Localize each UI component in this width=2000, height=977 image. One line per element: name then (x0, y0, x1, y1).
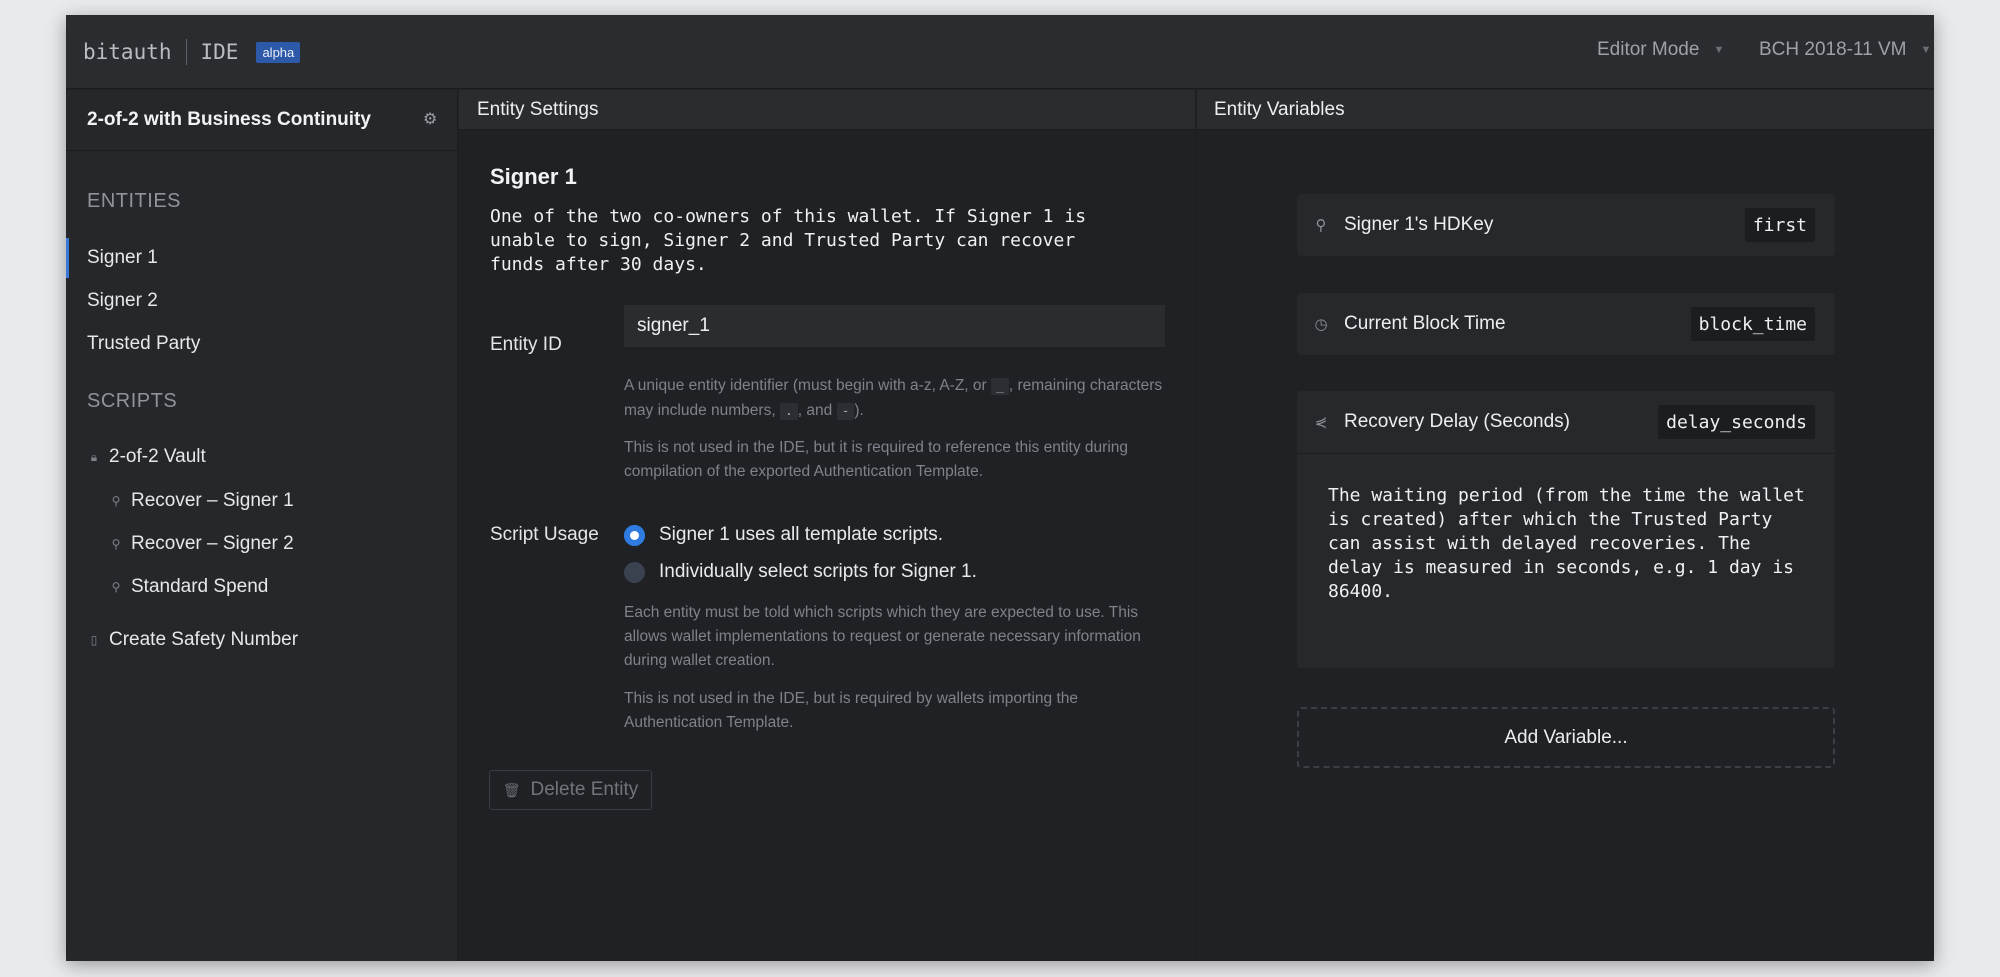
radio-label: Signer 1 uses all template scripts. (659, 524, 944, 545)
radio-selected[interactable] (624, 524, 645, 546)
sidebar-item-signer-1[interactable]: Signer 1 (66, 238, 457, 278)
sidebar-item-label: Standard Spend (131, 576, 269, 597)
variable-header: ◷ Current Block Time block_time (1297, 293, 1835, 355)
variable-id: block_time (1690, 307, 1815, 341)
scripts-heading: SCRIPTS (87, 390, 178, 412)
entity-id-help: A unique entity identifier (must begin w… (624, 374, 1164, 424)
chevron-down-icon: ▼ (1920, 44, 1932, 56)
help-text: A unique entity identifier (must begin w… (624, 377, 987, 394)
variable-card[interactable]: ◷ Current Block Time block_time (1297, 293, 1835, 355)
help-text: ). (854, 402, 864, 419)
sidebar-item-trusted-party[interactable]: Trusted Party (66, 324, 457, 364)
add-variable-button[interactable]: Add Variable... (1297, 707, 1835, 768)
sidebar-item-label: Recover – Signer 2 (131, 533, 294, 554)
chevron-down-icon: ▼ (1713, 44, 1725, 56)
variable-name: Recovery Delay (Seconds) (1344, 411, 1570, 432)
delete-entity-label: Delete Entity (530, 779, 639, 800)
sidebar-item-label: Recover – Signer 1 (131, 490, 294, 511)
script-usage-note: This is not used in the IDE, but is requ… (624, 690, 1079, 731)
gear-icon[interactable]: ⚙ (423, 112, 439, 128)
variable-id: first (1744, 208, 1815, 242)
variable-card[interactable]: ⚲ Signer 1's HDKey first (1297, 194, 1835, 256)
template-title-row: 2-of-2 with Business Continuity ⚙ (66, 90, 457, 151)
sidebar-item-2-of-2-vault[interactable]: 🔒︎ 2-of-2 Vault (66, 437, 457, 477)
variable-header: ⋞ Recovery Delay (Seconds) delay_seconds (1297, 391, 1835, 453)
code-dash: - (836, 403, 855, 420)
key-icon: ⚲ (111, 580, 121, 594)
sidebar: 2-of-2 with Business Continuity ⚙ ENTITI… (66, 90, 458, 961)
document-icon: ▯ (90, 633, 98, 647)
variable-header: ⚲ Signer 1's HDKey first (1297, 194, 1835, 256)
brand-divider (185, 39, 187, 65)
brand-product: IDE (200, 40, 239, 64)
variable-description[interactable]: The waiting period (from the time the wa… (1297, 453, 1835, 668)
entity-name: Signer 1 (490, 164, 577, 189)
variable-card[interactable]: ⋞ Recovery Delay (Seconds) delay_seconds… (1297, 391, 1835, 668)
variable-name: Signer 1's HDKey (1344, 214, 1494, 235)
delete-entity-button[interactable]: 🗑︎ Delete Entity (489, 770, 652, 810)
entity-id-note: This is not used in the IDE, but it is r… (624, 439, 1129, 480)
entity-settings-header: Entity Settings (459, 90, 1195, 130)
ide-window: bitauth IDE alpha Editor Mode ▼ BCH 2018… (66, 15, 1934, 961)
help-text: , and (797, 402, 833, 419)
entity-variables-panel: Entity Variables ⚲ Signer 1's HDKey firs… (1197, 90, 1934, 961)
key-icon: ⚲ (111, 494, 121, 508)
sidebar-item-label: Create Safety Number (109, 629, 299, 650)
sidebar-item-standard-spend[interactable]: ⚲ Standard Spend (66, 567, 457, 607)
sidebar-item-label: Trusted Party (87, 333, 201, 354)
sidebar-item-label: Signer 1 (87, 247, 158, 268)
editor-mode-select[interactable]: Editor Mode ▼ (1597, 39, 1724, 61)
radio-label: Individually select scripts for Signer 1… (659, 561, 977, 582)
top-bar: bitauth IDE alpha Editor Mode ▼ BCH 2018… (66, 15, 1934, 89)
entities-heading: ENTITIES (87, 190, 182, 212)
script-usage-help: Each entity must be told which scripts w… (624, 604, 1141, 669)
variable-id: delay_seconds (1658, 405, 1815, 439)
alpha-badge: alpha (256, 41, 301, 63)
brand: bitauth IDE alpha (83, 37, 301, 67)
template-title: 2-of-2 with Business Continuity (87, 109, 371, 130)
sidebar-item-label: Signer 2 (87, 290, 158, 311)
key-icon: ⚲ (111, 537, 121, 551)
vm-select[interactable]: BCH 2018-11 VM ▼ (1759, 39, 1931, 61)
entity-id-label: Entity ID (490, 334, 562, 355)
entity-settings-panel: Entity Settings Signer 1 One of the two … (459, 90, 1196, 961)
radio-all-scripts[interactable]: Signer 1 uses all template scripts. (624, 524, 943, 546)
entity-description[interactable]: One of the two co-owners of this wallet.… (490, 205, 1130, 277)
lock-icon: 🔒︎ (90, 449, 98, 464)
radio-unselected[interactable] (624, 561, 645, 583)
sidebar-item-signer-2[interactable]: Signer 2 (66, 281, 457, 321)
radio-individual-scripts[interactable]: Individually select scripts for Signer 1… (624, 561, 977, 583)
sidebar-item-recover-signer-1[interactable]: ⚲ Recover – Signer 1 (66, 481, 457, 521)
share-icon: ⋞ (1314, 414, 1328, 431)
code-underscore: _ (991, 378, 1009, 395)
sidebar-item-label: 2-of-2 Vault (109, 446, 206, 467)
entity-id-input[interactable] (624, 305, 1165, 347)
sidebar-item-create-safety-number[interactable]: ▯ Create Safety Number (66, 620, 457, 660)
clock-icon: ◷ (1314, 316, 1328, 333)
script-usage-label: Script Usage (490, 524, 599, 545)
sidebar-item-recover-signer-2[interactable]: ⚲ Recover – Signer 2 (66, 524, 457, 564)
key-icon: ⚲ (1315, 217, 1327, 234)
entity-variables-header: Entity Variables (1197, 90, 1934, 130)
vm-label: BCH 2018-11 VM (1759, 39, 1907, 60)
variable-name: Current Block Time (1344, 313, 1506, 334)
editor-mode-label: Editor Mode (1597, 39, 1700, 60)
trash-icon: 🗑︎ (502, 781, 521, 798)
code-dot: . (779, 403, 798, 420)
brand-name: bitauth (83, 40, 172, 64)
